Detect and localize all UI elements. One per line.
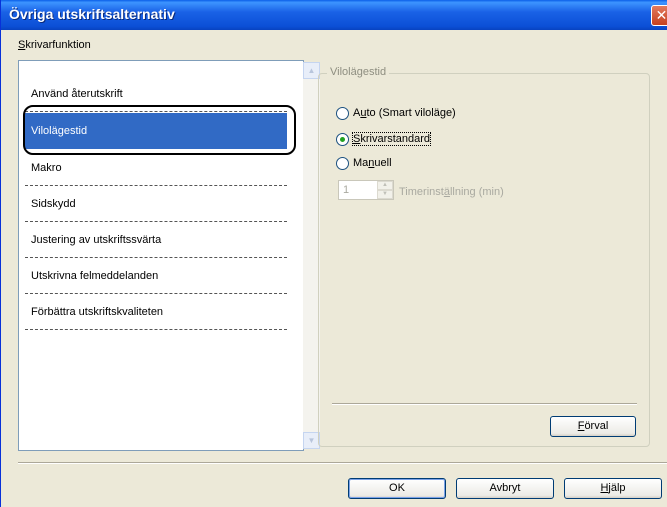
printer-function-label: Skrivarfunktion: [18, 39, 91, 51]
list-item-error-messages[interactable]: Utskrivna felmeddelanden: [25, 258, 287, 294]
radio-button-checked[interactable]: [336, 133, 349, 146]
spin-up-icon[interactable]: ▲: [377, 181, 393, 190]
list-item-label: Utskrivna felmeddelanden: [31, 270, 159, 282]
list-item-macro[interactable]: Makro: [25, 150, 287, 186]
timer-spinbox[interactable]: 1 ▲ ▼: [338, 180, 394, 200]
list-item-page-protection[interactable]: Sidskydd: [25, 186, 287, 222]
timer-label: Timerinställning (min): [399, 186, 504, 198]
list-item-label: Förbättra utskriftskvaliteten: [31, 306, 164, 318]
group-divider: [332, 403, 637, 405]
list-item-density-adjustment[interactable]: Justering av utskriftssvärta: [25, 222, 287, 258]
sleep-time-group: [318, 73, 650, 447]
help-button[interactable]: Hjälp: [564, 478, 662, 499]
radio-button[interactable]: [336, 157, 349, 170]
radio-label: Skrivarstandard: [351, 132, 432, 146]
window-title: Övriga utskriftsalternativ: [9, 6, 175, 22]
list-item-print-quality[interactable]: Förbättra utskriftskvaliteten: [25, 294, 287, 330]
dialog-window: Övriga utskriftsalternativ ✕ Skrivarfunk…: [0, 0, 667, 507]
highlight-callout: [23, 105, 296, 155]
radio-label: Auto (Smart viloläge): [353, 107, 456, 119]
list-item-label: Sidskydd: [31, 198, 76, 210]
ok-button[interactable]: OK: [348, 478, 446, 499]
list-item-label: Justering av utskriftssvärta: [31, 234, 162, 246]
radio-label: Manuell: [353, 157, 392, 169]
close-icon[interactable]: ✕: [651, 5, 667, 26]
timer-value: 1: [343, 184, 350, 196]
list-item-label: Makro: [31, 162, 62, 174]
default-button[interactable]: Förval: [550, 416, 636, 437]
radio-button[interactable]: [336, 107, 349, 120]
group-title: Vilolägestid: [327, 66, 390, 78]
list-item-label: Använd återutskrift: [31, 88, 123, 100]
title-bar[interactable]: Övriga utskriftsalternativ ✕: [1, 0, 667, 30]
spin-down-icon[interactable]: ▼: [377, 190, 393, 199]
footer-divider: [18, 462, 667, 464]
cancel-button[interactable]: Avbryt: [456, 478, 554, 499]
